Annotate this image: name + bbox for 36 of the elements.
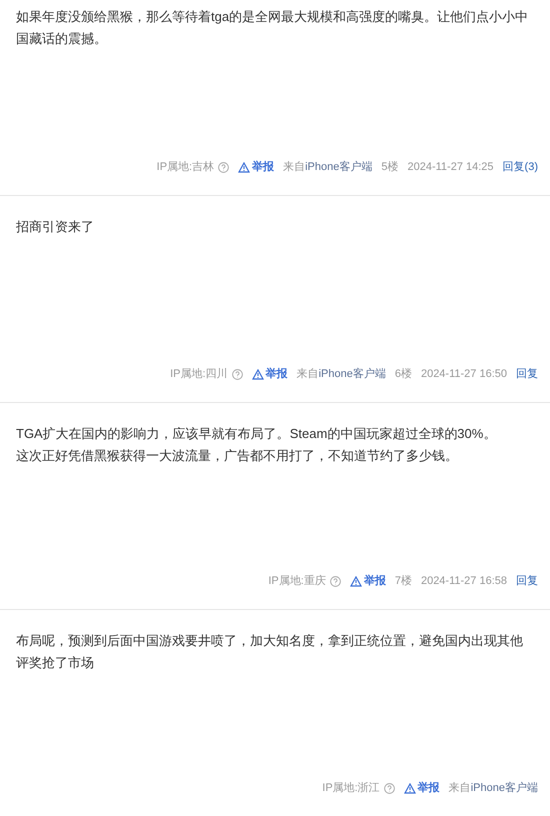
floor-number: 5楼 bbox=[381, 160, 398, 175]
post-text: TGA扩大在国内的影响力，应该早就有布局了。Steam的中国玩家超过全球的30%。 bbox=[16, 425, 498, 443]
post-text: 布局呢，预测到后面中国游戏要井喷了，加大知名度，拿到正统位置，避免国内出现其他评奖抢了市场 bbox=[16, 632, 524, 672]
report-link[interactable]: 举报 bbox=[252, 366, 288, 382]
help-icon[interactable] bbox=[232, 368, 243, 380]
post-time: 2024-11-27 16:50 bbox=[420, 366, 507, 382]
reply-link[interactable]: 回复 bbox=[516, 366, 538, 382]
client-link[interactable]: iPhone客户端 bbox=[305, 158, 372, 176]
floor-number: 6楼 bbox=[394, 366, 412, 382]
report-link[interactable]: 举报 bbox=[350, 572, 386, 590]
post-time: 2024-11-27 16:58 bbox=[420, 574, 507, 589]
report-link[interactable]: 举报 bbox=[404, 780, 440, 796]
post-text: 如果年度没颁给黑猴，那么等待着tga的是全网最大规模和高强度的嘴臭。让他们点小小中国藏话的震撼。 bbox=[16, 8, 530, 48]
ip-location: IP属地:吉林 bbox=[156, 160, 214, 175]
report-link[interactable]: 举报 bbox=[238, 158, 274, 176]
warning-icon bbox=[238, 162, 250, 172]
help-icon[interactable] bbox=[384, 782, 395, 794]
source-label: 来自 bbox=[283, 160, 306, 175]
ip-location: IP属地:浙江 bbox=[322, 780, 380, 796]
source-label: 来自 bbox=[448, 780, 471, 796]
source-label: 来自 bbox=[296, 366, 319, 382]
client-link[interactable]: iPhone客户端 bbox=[318, 366, 386, 382]
warning-icon bbox=[350, 576, 362, 586]
client-link[interactable]: iPhone客户端 bbox=[470, 780, 538, 796]
reply-link[interactable]: 回复 bbox=[516, 572, 538, 590]
post-time: 2024-11-27 14:25 bbox=[408, 160, 494, 175]
warning-icon bbox=[252, 368, 264, 380]
reply-link[interactable]: 回复(3) bbox=[502, 158, 538, 176]
warning-icon bbox=[404, 782, 416, 794]
floor-number: 7楼 bbox=[394, 574, 412, 589]
help-icon[interactable] bbox=[218, 162, 230, 172]
ip-location: IP属地:四川 bbox=[170, 366, 228, 382]
post-text: 这次正好凭借黑猴获得一大波流量，广告都不用打了，不知道节约了多少钱。 bbox=[16, 447, 459, 465]
post-text: 招商引资来了 bbox=[16, 218, 95, 236]
ip-location: IP属地:重庆 bbox=[268, 574, 326, 589]
help-icon[interactable] bbox=[330, 576, 341, 586]
